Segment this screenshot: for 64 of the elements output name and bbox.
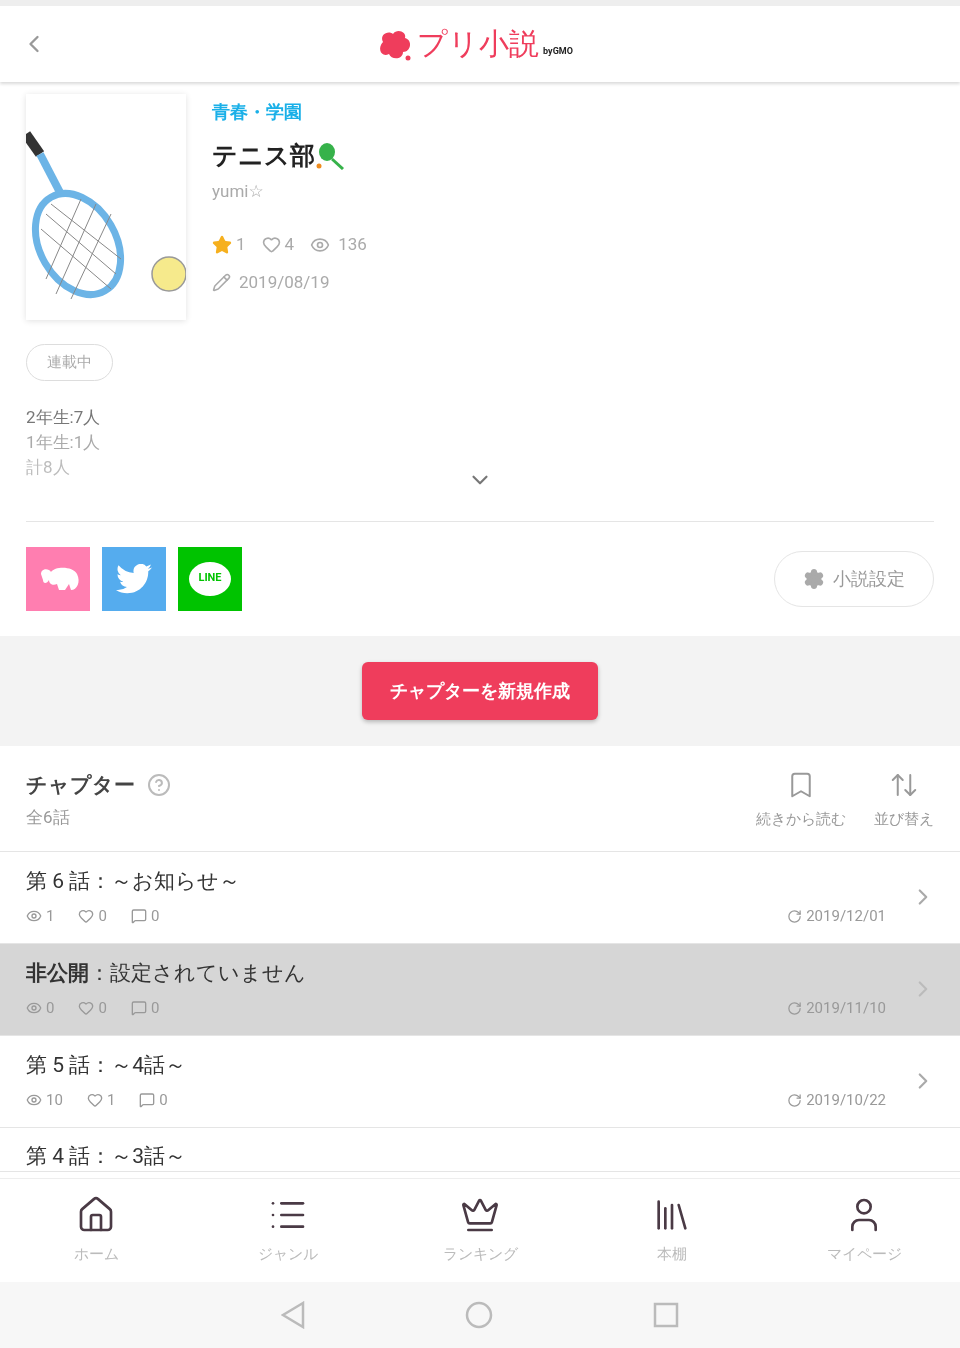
- create-chapter-button[interactable]: チャプターを新規作成: [362, 661, 598, 720]
- description-line: 計8人: [26, 455, 70, 479]
- nav-tab[interactable]: ホーム: [0, 1179, 192, 1282]
- chapter-date: 2019/12/01: [806, 905, 886, 927]
- nav-tab[interactable]: ランキング: [384, 1179, 576, 1282]
- view-count: 0: [46, 997, 55, 1019]
- comment-icon: [130, 908, 147, 924]
- updated-date: 2019/08/19: [239, 270, 330, 294]
- nav-tab[interactable]: マイページ: [768, 1179, 960, 1282]
- description-line: 1年生:1人: [26, 430, 101, 454]
- description-line: 2年生:7人: [26, 405, 101, 429]
- chapters-heading: チャプター: [26, 771, 135, 799]
- heart-icon: [78, 1000, 95, 1016]
- logo-suffix: byGMO: [543, 44, 573, 58]
- comment-count: 0: [159, 1089, 168, 1111]
- updated-icon: [787, 908, 803, 924]
- heart-icon: [261, 235, 281, 255]
- heart-icon: [78, 908, 95, 924]
- view-count: 136: [338, 233, 367, 256]
- like-count: 4: [284, 233, 295, 256]
- continue-reading-button[interactable]: 続きから読む: [756, 769, 846, 830]
- back-triangle-icon[interactable]: [281, 1301, 305, 1329]
- like-count: 0: [98, 905, 107, 927]
- chapter-title: 第 4 話：～3話～: [26, 1142, 188, 1170]
- twitter-share-button[interactable]: [102, 546, 166, 611]
- eye-icon: [26, 1092, 42, 1108]
- line-logo-bubble: LINE: [189, 561, 231, 596]
- chapter-title: 非公開：設定されていません: [26, 959, 307, 987]
- chapter-date: 2019/10/22: [806, 1089, 886, 1111]
- comment-icon: [139, 1092, 156, 1108]
- heart-icon: [86, 1092, 103, 1108]
- updated-icon: [787, 1000, 803, 1016]
- chapter-title: 第 6 話：～お知らせ～: [26, 867, 242, 895]
- updated-icon: [787, 1092, 803, 1108]
- line-share-button[interactable]: LINE: [178, 546, 242, 611]
- novel-title: テニス部: [212, 140, 315, 172]
- help-icon[interactable]: [147, 773, 171, 798]
- chapter-date: 2019/11/10: [806, 997, 886, 1019]
- elephant-share-button[interactable]: [26, 546, 90, 611]
- like-count: 1: [106, 1089, 116, 1111]
- nav-tab[interactable]: 本棚: [576, 1179, 768, 1282]
- view-count: 1: [46, 905, 55, 927]
- author-name[interactable]: yumi☆: [212, 178, 367, 204]
- sort-button[interactable]: 並び替え: [874, 769, 934, 830]
- chapter-count: 全6話: [26, 806, 71, 829]
- star-count: 1: [236, 233, 246, 256]
- comment-icon: [130, 1000, 147, 1016]
- eye-icon: [26, 1000, 42, 1016]
- nav-tab[interactable]: ジャンル: [192, 1179, 384, 1282]
- chapter-row[interactable]: 非公開：設定されていません 0 0 0 2019/11/10: [0, 943, 960, 1036]
- genre-link[interactable]: 青春・学園: [212, 98, 367, 125]
- eye-icon: [26, 908, 42, 924]
- comment-count: 0: [150, 997, 160, 1019]
- view-count: 10: [46, 1089, 63, 1111]
- logo-text: プリ小説: [417, 26, 540, 62]
- comment-count: 0: [150, 905, 160, 927]
- racket-emoji-icon: [315, 141, 345, 170]
- home-circle-icon[interactable]: [465, 1301, 493, 1329]
- bird-icon: [116, 563, 152, 594]
- pencil-icon: [212, 272, 231, 292]
- like-count: 0: [98, 997, 107, 1019]
- chapter-title: 第 5 話：～4話～: [26, 1051, 188, 1079]
- recents-square-icon[interactable]: [653, 1302, 679, 1328]
- star-icon: [212, 234, 232, 255]
